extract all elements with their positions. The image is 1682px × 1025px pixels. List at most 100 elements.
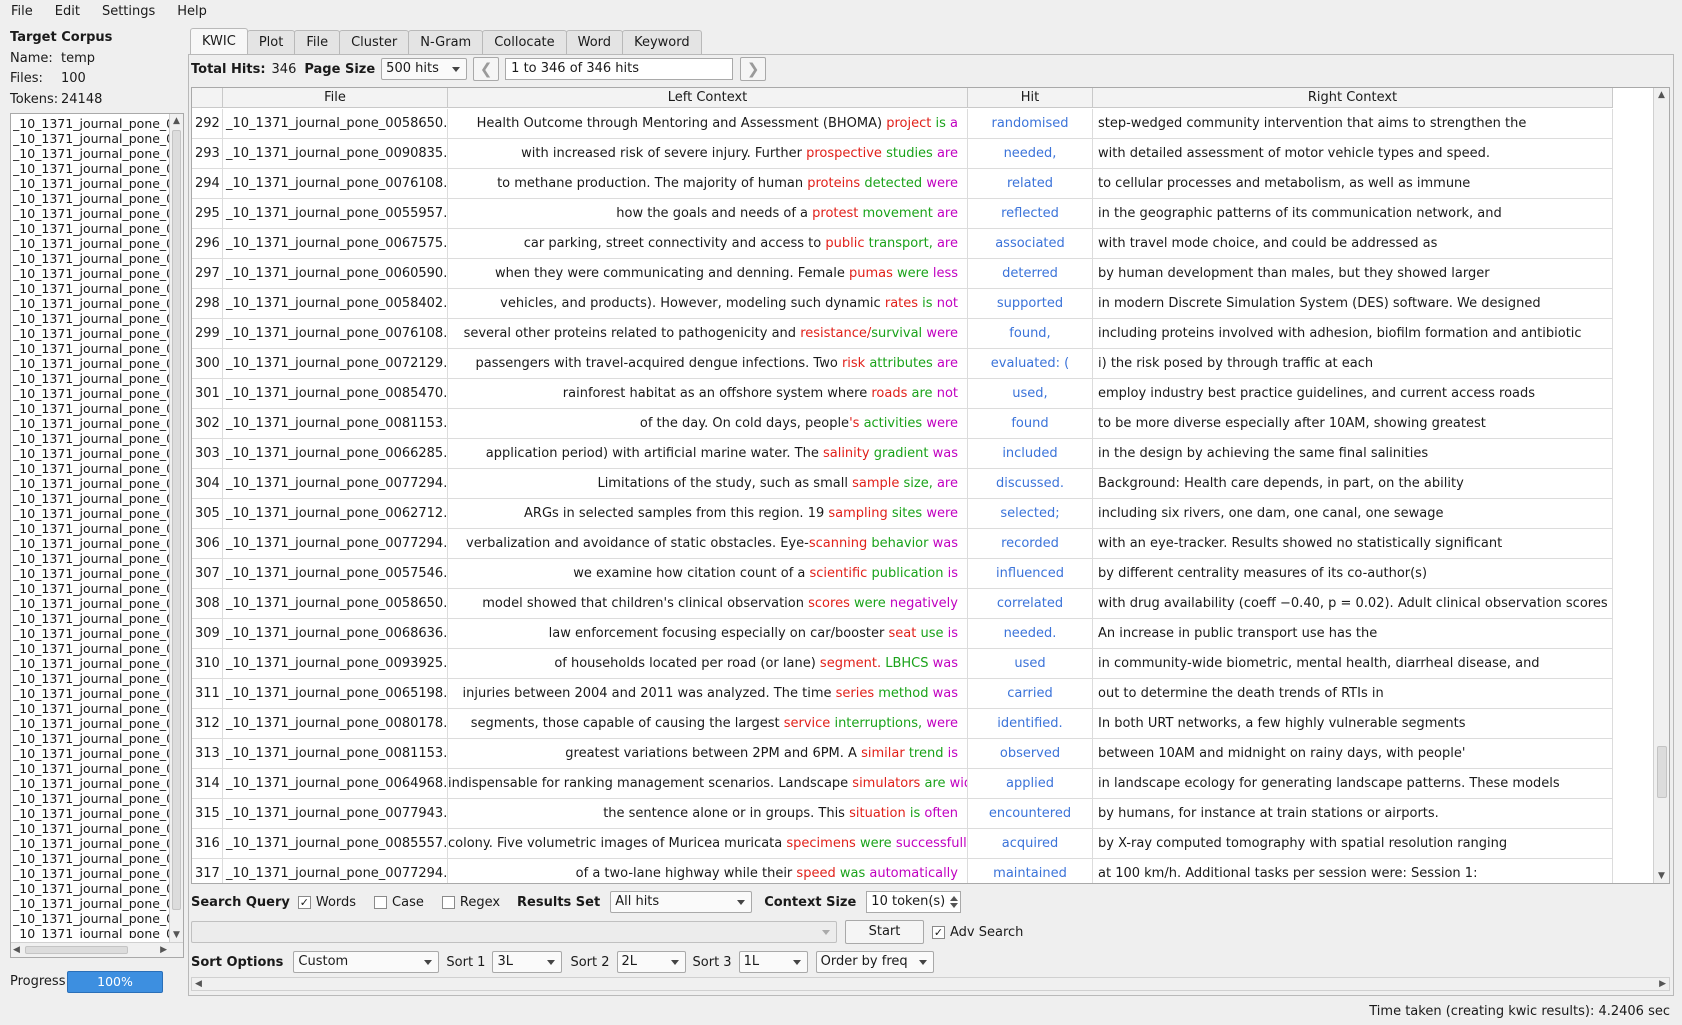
sort3-select[interactable]: 1L: [738, 951, 808, 973]
case-checkbox[interactable]: [374, 895, 388, 909]
file-list-item[interactable]: _10_1371_journal_pone_0: [13, 881, 169, 896]
file-list-item[interactable]: _10_1371_journal_pone_0: [13, 641, 169, 656]
sort2-select[interactable]: 2L: [616, 951, 686, 973]
table-row[interactable]: 306 _10_1371_journal_pone_0077294.txt verb…: [192, 529, 1613, 559]
pane-horizontal-scrollbar[interactable]: ◀ ▶: [191, 977, 1670, 991]
table-vertical-scrollbar[interactable]: ▲ ▼: [1653, 88, 1669, 883]
file-list-item[interactable]: _10_1371_journal_pone_0: [13, 251, 169, 266]
file-list-item[interactable]: _10_1371_journal_pone_0: [13, 281, 169, 296]
column-header-number[interactable]: [192, 88, 223, 108]
file-list-item[interactable]: _10_1371_journal_pone_0: [13, 566, 169, 581]
file-list-item[interactable]: _10_1371_journal_pone_0: [13, 446, 169, 461]
menu-help[interactable]: Help: [166, 4, 218, 19]
results-set-select[interactable]: All hits: [610, 891, 753, 913]
table-row[interactable]: 294 _10_1371_journal_pone_0076108.txt to m…: [192, 169, 1613, 199]
file-list-item[interactable]: _10_1371_journal_pone_0: [13, 236, 169, 251]
file-list-item[interactable]: _10_1371_journal_pone_0: [13, 296, 169, 311]
tab-cluster[interactable]: Cluster: [339, 30, 410, 54]
file-list-item[interactable]: _10_1371_journal_pone_0: [13, 266, 169, 281]
page-range-field[interactable]: 1 to 346 of 346 hits: [505, 58, 734, 80]
scroll-thumb[interactable]: [172, 130, 181, 910]
table-row[interactable]: 317 _10_1371_journal_pone_0077294.txt of a…: [192, 859, 1613, 883]
table-row[interactable]: 316 _10_1371_journal_pone_0085557.txt colo…: [192, 829, 1613, 859]
menu-edit[interactable]: Edit: [44, 4, 91, 19]
table-row[interactable]: 309 _10_1371_journal_pone_0068636.txt law …: [192, 619, 1613, 649]
regex-checkbox[interactable]: [441, 895, 455, 909]
file-list-item[interactable]: _10_1371_journal_pone_0: [13, 311, 169, 326]
scroll-down-arrow-icon[interactable]: ▼: [1658, 871, 1665, 881]
sort-options-select[interactable]: Custom: [293, 951, 440, 973]
table-row[interactable]: 308 _10_1371_journal_pone_0058650.txt mode…: [192, 589, 1613, 619]
file-list-item[interactable]: _10_1371_journal_pone_0: [13, 221, 169, 236]
file-list-item[interactable]: _10_1371_journal_pone_0: [13, 806, 169, 821]
file-list-item[interactable]: _10_1371_journal_pone_0: [13, 671, 169, 686]
file-list-item[interactable]: _10_1371_journal_pone_0: [13, 356, 169, 371]
sort1-select[interactable]: 3L: [492, 951, 563, 973]
words-checkbox[interactable]: ✓: [297, 895, 311, 909]
file-list-item[interactable]: _10_1371_journal_pone_0: [13, 836, 169, 851]
context-size-spinbox[interactable]: 10 token(s): [866, 891, 962, 913]
tab-word[interactable]: Word: [565, 30, 624, 54]
file-list-item[interactable]: _10_1371_journal_pone_0: [13, 461, 169, 476]
table-row[interactable]: 298 _10_1371_journal_pone_0058402.txt vehi…: [192, 289, 1613, 319]
order-by-select[interactable]: Order by freq: [815, 951, 934, 973]
file-list-item[interactable]: _10_1371_journal_pone_0: [13, 866, 169, 881]
file-list-horizontal-scrollbar[interactable]: ◀ ▶: [11, 942, 183, 957]
file-list-item[interactable]: _10_1371_journal_pone_0: [13, 761, 169, 776]
table-row[interactable]: 304 _10_1371_journal_pone_0077294.txt Limi…: [192, 469, 1613, 499]
table-row[interactable]: 314 _10_1371_journal_pone_0064968.txt indi…: [192, 769, 1613, 799]
file-list-item[interactable]: _10_1371_journal_pone_0: [13, 656, 169, 671]
table-row[interactable]: 312 _10_1371_journal_pone_0080178.txt segm…: [192, 709, 1613, 739]
file-list-item[interactable]: _10_1371_journal_pone_0: [13, 476, 169, 491]
table-row[interactable]: 313 _10_1371_journal_pone_0081153.txt grea…: [192, 739, 1613, 769]
file-list-item[interactable]: _10_1371_journal_pone_0: [13, 926, 169, 938]
file-list-item[interactable]: _10_1371_journal_pone_0: [13, 416, 169, 431]
start-button[interactable]: Start: [845, 920, 924, 944]
file-list-item[interactable]: _10_1371_journal_pone_0: [13, 596, 169, 611]
corpus-file-list[interactable]: _10_1371_journal_pone_0 _10_1371_journal_…: [10, 113, 184, 958]
file-list-item[interactable]: _10_1371_journal_pone_0: [13, 686, 169, 701]
menu-settings[interactable]: Settings: [91, 4, 166, 19]
file-list-item[interactable]: _10_1371_journal_pone_0: [13, 536, 169, 551]
file-list-item[interactable]: _10_1371_journal_pone_0: [13, 851, 169, 866]
table-row[interactable]: 292 _10_1371_journal_pone_0058650.txt Heal…: [192, 109, 1613, 139]
file-list-item[interactable]: _10_1371_journal_pone_0: [13, 896, 169, 911]
file-list-item[interactable]: _10_1371_journal_pone_0: [13, 701, 169, 716]
table-row[interactable]: 295 _10_1371_journal_pone_0055957.txt how …: [192, 199, 1613, 229]
column-header-left-context[interactable]: Left Context: [448, 88, 968, 108]
file-list-item[interactable]: _10_1371_journal_pone_0: [13, 206, 169, 221]
file-list-item[interactable]: _10_1371_journal_pone_0: [13, 821, 169, 836]
table-row[interactable]: 301 _10_1371_journal_pone_0085470.txt rain…: [192, 379, 1613, 409]
file-list-item[interactable]: _10_1371_journal_pone_0: [13, 911, 169, 926]
previous-page-button[interactable]: ❮: [473, 57, 500, 81]
file-list-item[interactable]: _10_1371_journal_pone_0: [13, 551, 169, 566]
scroll-left-arrow-icon[interactable]: ◀: [13, 945, 20, 955]
table-row[interactable]: 296 _10_1371_journal_pone_0067575.txt car …: [192, 229, 1613, 259]
tab-collocate[interactable]: Collocate: [482, 30, 567, 54]
file-list-item[interactable]: _10_1371_journal_pone_0: [13, 401, 169, 416]
table-row[interactable]: 303 _10_1371_journal_pone_0066285.txt appl…: [192, 439, 1613, 469]
table-row[interactable]: 300 _10_1371_journal_pone_0072129.txt pass…: [192, 349, 1613, 379]
scroll-left-arrow-icon[interactable]: ◀: [195, 979, 202, 989]
tab-plot[interactable]: Plot: [246, 30, 296, 54]
scroll-thumb[interactable]: [25, 946, 128, 954]
table-row[interactable]: 310 _10_1371_journal_pone_0093925.txt of h…: [192, 649, 1613, 679]
file-list-item[interactable]: _10_1371_journal_pone_0: [13, 386, 169, 401]
file-list-item[interactable]: _10_1371_journal_pone_0: [13, 776, 169, 791]
table-row[interactable]: 311 _10_1371_journal_pone_0065198.txt inju…: [192, 679, 1613, 709]
scroll-up-arrow-icon[interactable]: ▲: [1658, 90, 1665, 100]
next-page-button[interactable]: ❯: [740, 57, 767, 81]
file-list-item[interactable]: _10_1371_journal_pone_0: [13, 326, 169, 341]
column-header-right-context[interactable]: Right Context: [1093, 88, 1613, 108]
scroll-down-arrow-icon[interactable]: ▼: [173, 930, 180, 940]
spin-down-icon[interactable]: [950, 903, 959, 908]
column-header-file[interactable]: File: [223, 88, 448, 108]
file-list-item[interactable]: _10_1371_journal_pone_0: [13, 341, 169, 356]
table-row[interactable]: 302 _10_1371_journal_pone_0081153.txt of t…: [192, 409, 1613, 439]
file-list-item[interactable]: _10_1371_journal_pone_0: [13, 611, 169, 626]
file-list-item[interactable]: _10_1371_journal_pone_0: [13, 146, 169, 161]
page-size-select[interactable]: 500 hits: [381, 58, 468, 80]
adv-search-checkbox[interactable]: ✓: [932, 925, 945, 939]
menu-file[interactable]: File: [0, 4, 44, 19]
scroll-right-arrow-icon[interactable]: ▶: [1659, 979, 1666, 989]
